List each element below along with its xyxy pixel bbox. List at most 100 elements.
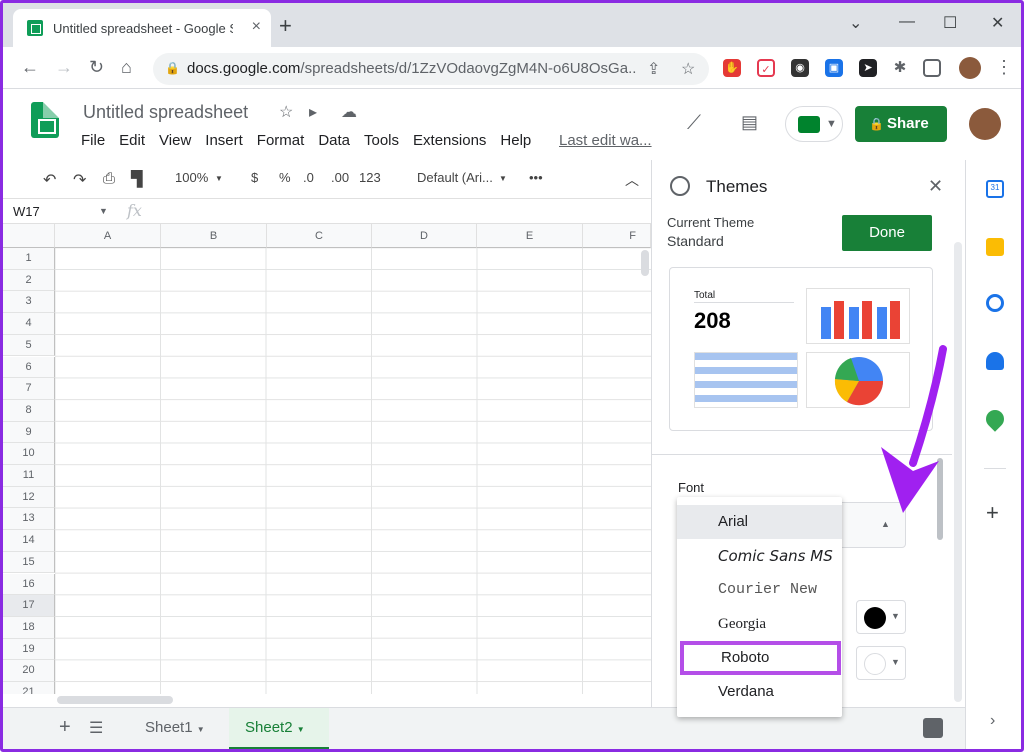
row-header[interactable]: 1 bbox=[3, 248, 55, 270]
menu-data[interactable]: Data bbox=[318, 132, 350, 149]
row-header[interactable]: 15 bbox=[3, 551, 55, 574]
redo-icon[interactable]: ↷ bbox=[73, 170, 86, 190]
sheets-logo-icon[interactable] bbox=[31, 102, 59, 138]
maximize-icon[interactable]: ☐ bbox=[943, 13, 957, 33]
percent-button[interactable]: % bbox=[279, 170, 291, 185]
column-header[interactable]: F bbox=[583, 224, 651, 248]
menu-help[interactable]: Help bbox=[500, 132, 531, 149]
done-button[interactable]: Done bbox=[842, 215, 932, 251]
chevron-right-icon[interactable]: › bbox=[990, 712, 995, 730]
menu-edit[interactable]: Edit bbox=[119, 132, 145, 149]
menu-view[interactable]: View bbox=[159, 132, 191, 149]
row-header[interactable]: 3 bbox=[3, 291, 55, 314]
paint-format-icon[interactable]: ▜ bbox=[131, 170, 143, 188]
sheet-tab-sheet2[interactable]: Sheet2 ▼ bbox=[229, 708, 329, 749]
row-header[interactable]: 21 bbox=[3, 682, 55, 694]
activity-trend-icon[interactable]: ⟋ bbox=[687, 112, 701, 135]
row-header[interactable]: 7 bbox=[3, 378, 55, 400]
column-header[interactable]: A bbox=[55, 224, 161, 248]
font-option-courier-new[interactable]: Courier New bbox=[677, 573, 842, 607]
select-all-corner[interactable] bbox=[3, 224, 55, 248]
row-header[interactable]: 20 bbox=[3, 660, 55, 682]
close-panel-icon[interactable]: ✕ bbox=[928, 176, 943, 197]
forward-icon[interactable]: → bbox=[55, 57, 73, 78]
extension-capture-icon[interactable]: ▣ bbox=[825, 59, 843, 77]
explore-icon[interactable] bbox=[923, 718, 943, 738]
font-option-arial[interactable]: Arial bbox=[677, 505, 842, 539]
profile-avatar[interactable] bbox=[959, 57, 981, 79]
row-header[interactable]: 16 bbox=[3, 573, 55, 596]
get-addons-icon[interactable]: + bbox=[986, 500, 999, 526]
cloud-status-icon[interactable]: ☁ bbox=[341, 102, 357, 122]
font-option-verdana[interactable]: Verdana bbox=[677, 675, 842, 709]
row-header[interactable]: 17 bbox=[3, 595, 55, 617]
row-header[interactable]: 4 bbox=[3, 313, 55, 335]
menu-file[interactable]: File bbox=[81, 132, 105, 149]
column-header[interactable]: E bbox=[477, 224, 583, 248]
row-header[interactable]: 14 bbox=[3, 530, 55, 552]
more-tools-button[interactable]: ••• bbox=[529, 170, 543, 185]
decrease-decimal-button[interactable]: .0 bbox=[303, 170, 314, 185]
extension-pocket-icon[interactable]: ✓ bbox=[757, 59, 775, 77]
row-header[interactable]: 6 bbox=[3, 356, 55, 379]
row-header[interactable]: 18 bbox=[3, 616, 55, 639]
column-header[interactable]: B bbox=[161, 224, 267, 248]
tab-search-icon[interactable]: ⌄ bbox=[849, 13, 862, 33]
add-sheet-button[interactable]: + bbox=[59, 716, 71, 739]
row-header[interactable]: 11 bbox=[3, 465, 55, 487]
number-format-select[interactable]: 123 bbox=[359, 170, 381, 185]
menu-insert[interactable]: Insert bbox=[205, 132, 243, 149]
collapse-toolbar-icon[interactable]: ︿ bbox=[625, 170, 639, 190]
document-title[interactable]: Untitled spreadsheet bbox=[83, 102, 248, 123]
maps-icon[interactable] bbox=[982, 406, 1008, 432]
zoom-select[interactable]: 100% bbox=[175, 170, 208, 185]
text-color-select[interactable]: ▼ bbox=[856, 600, 906, 634]
comment-history-icon[interactable]: ▤ bbox=[741, 112, 758, 133]
meet-button[interactable]: ▼ bbox=[785, 106, 843, 142]
background-color-select[interactable]: ▼ bbox=[856, 646, 906, 680]
menu-format[interactable]: Format bbox=[257, 132, 305, 149]
reload-icon[interactable]: ↻ bbox=[89, 57, 104, 78]
undo-icon[interactable]: ↶ bbox=[43, 170, 56, 190]
currency-button[interactable]: $ bbox=[251, 170, 258, 185]
vertical-scrollbar[interactable] bbox=[641, 250, 649, 276]
move-folder-icon[interactable]: ▸ bbox=[309, 102, 317, 122]
menu-extensions[interactable]: Extensions bbox=[413, 132, 486, 149]
close-tab-icon[interactable]: × bbox=[252, 18, 261, 36]
extension-send-icon[interactable]: ➤ bbox=[859, 59, 877, 77]
row-header[interactable]: 8 bbox=[3, 399, 55, 422]
close-window-icon[interactable]: ✕ bbox=[991, 13, 1004, 33]
new-tab-button[interactable]: + bbox=[279, 13, 292, 39]
extensions-puzzle-icon[interactable]: ✱ bbox=[891, 59, 909, 77]
sheet-tab-sheet1[interactable]: Sheet1 ▼ bbox=[129, 708, 225, 749]
contacts-icon[interactable] bbox=[986, 352, 1004, 370]
column-header[interactable]: D bbox=[372, 224, 477, 248]
star-icon[interactable]: ☆ bbox=[279, 102, 293, 122]
sidepanel-icon[interactable] bbox=[923, 59, 941, 77]
calendar-icon[interactable]: 31 bbox=[986, 180, 1004, 198]
horizontal-scrollbar[interactable] bbox=[57, 696, 173, 704]
spreadsheet-grid[interactable]: A B C D E F 1 2 3 4 5 6 7 8 9 10 11 12 13 14 15 16 17 18 1… bbox=[3, 224, 651, 694]
share-button[interactable]: 🔒 Share bbox=[855, 106, 947, 142]
font-option-georgia[interactable]: Georgia bbox=[677, 607, 842, 641]
bookmark-star-icon[interactable]: ☆ bbox=[681, 59, 695, 79]
row-header[interactable]: 12 bbox=[3, 486, 55, 509]
account-avatar[interactable] bbox=[969, 108, 1001, 140]
font-option-roboto[interactable]: Roboto bbox=[680, 641, 841, 675]
row-header[interactable]: 13 bbox=[3, 508, 55, 531]
share-page-icon[interactable]: ⇪ bbox=[647, 59, 660, 79]
row-header[interactable]: 19 bbox=[3, 638, 55, 661]
browser-tab[interactable]: Untitled spreadsheet - Google Sheets × bbox=[13, 9, 271, 47]
browser-menu-icon[interactable]: ⋮ bbox=[995, 57, 1013, 78]
name-box[interactable]: W17 bbox=[13, 204, 40, 219]
address-bar[interactable]: 🔒 docs.google.com/spreadsheets/d/1ZzVOda… bbox=[153, 53, 709, 85]
font-option-comic-sans-ms[interactable]: Comic Sans MS bbox=[677, 539, 842, 573]
extension-adblock-icon[interactable]: ✋ bbox=[723, 59, 741, 77]
url-text[interactable]: docs.google.com/spreadsheets/d/1ZzVOdaov… bbox=[187, 60, 637, 77]
all-sheets-icon[interactable]: ☰ bbox=[89, 718, 103, 738]
panel-scroll-track[interactable] bbox=[954, 242, 962, 702]
increase-decimal-button[interactable]: .00 bbox=[331, 170, 349, 185]
home-icon[interactable]: ⌂ bbox=[121, 57, 132, 78]
row-header[interactable]: 10 bbox=[3, 443, 55, 465]
column-header[interactable]: C bbox=[267, 224, 372, 248]
